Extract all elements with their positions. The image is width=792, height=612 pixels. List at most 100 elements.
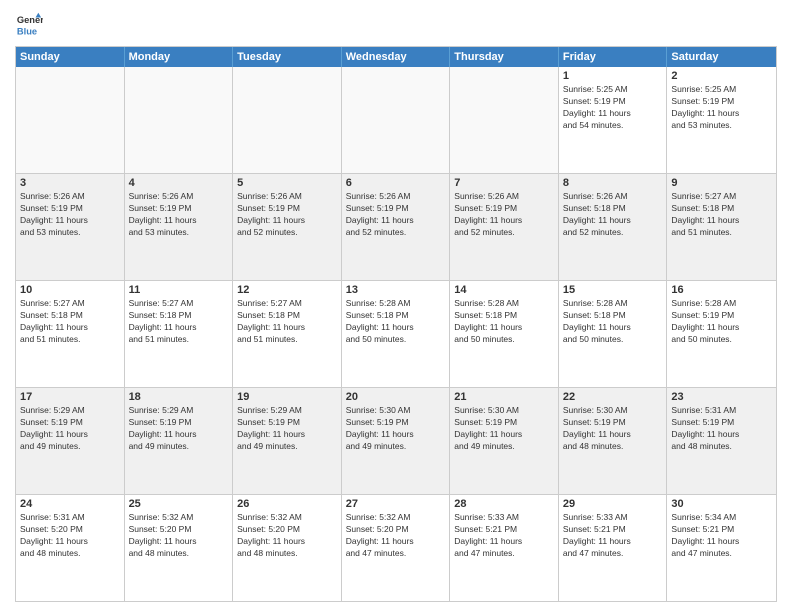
calendar-cell-day-13: 13 Sunrise: 5:28 AM Sunset: 5:18 PM Dayli…: [342, 281, 451, 387]
day-number: 4: [129, 177, 229, 189]
calendar-cell-day-10: 10 Sunrise: 5:27 AM Sunset: 5:18 PM Dayli…: [16, 281, 125, 387]
calendar-cell-day-15: 15 Sunrise: 5:28 AM Sunset: 5:18 PM Dayli…: [559, 281, 668, 387]
day-info: Sunrise: 5:26 AM Sunset: 5:19 PM Dayligh…: [346, 191, 446, 239]
day-info: Sunrise: 5:28 AM Sunset: 5:19 PM Dayligh…: [671, 298, 772, 346]
day-info: Sunrise: 5:27 AM Sunset: 5:18 PM Dayligh…: [671, 191, 772, 239]
day-number: 2: [671, 70, 772, 82]
header-day-wednesday: Wednesday: [342, 47, 451, 67]
calendar-cell-empty-0-1: [125, 67, 234, 173]
day-number: 17: [20, 391, 120, 403]
day-info: Sunrise: 5:29 AM Sunset: 5:19 PM Dayligh…: [237, 405, 337, 453]
calendar-cell-day-25: 25 Sunrise: 5:32 AM Sunset: 5:20 PM Dayli…: [125, 495, 234, 601]
calendar-cell-day-1: 1 Sunrise: 5:25 AM Sunset: 5:19 PM Daylig…: [559, 67, 668, 173]
day-info: Sunrise: 5:28 AM Sunset: 5:18 PM Dayligh…: [454, 298, 554, 346]
day-info: Sunrise: 5:28 AM Sunset: 5:18 PM Dayligh…: [563, 298, 663, 346]
day-info: Sunrise: 5:33 AM Sunset: 5:21 PM Dayligh…: [454, 512, 554, 560]
day-info: Sunrise: 5:28 AM Sunset: 5:18 PM Dayligh…: [346, 298, 446, 346]
day-number: 8: [563, 177, 663, 189]
day-number: 9: [671, 177, 772, 189]
calendar-cell-day-24: 24 Sunrise: 5:31 AM Sunset: 5:20 PM Dayli…: [16, 495, 125, 601]
day-number: 13: [346, 284, 446, 296]
day-number: 23: [671, 391, 772, 403]
day-number: 30: [671, 498, 772, 510]
header-day-tuesday: Tuesday: [233, 47, 342, 67]
calendar-row-3: 17 Sunrise: 5:29 AM Sunset: 5:19 PM Dayli…: [16, 387, 776, 494]
day-number: 28: [454, 498, 554, 510]
day-number: 29: [563, 498, 663, 510]
day-info: Sunrise: 5:29 AM Sunset: 5:19 PM Dayligh…: [129, 405, 229, 453]
day-info: Sunrise: 5:26 AM Sunset: 5:18 PM Dayligh…: [563, 191, 663, 239]
day-number: 18: [129, 391, 229, 403]
day-info: Sunrise: 5:31 AM Sunset: 5:20 PM Dayligh…: [20, 512, 120, 560]
calendar-cell-day-28: 28 Sunrise: 5:33 AM Sunset: 5:21 PM Dayli…: [450, 495, 559, 601]
calendar: SundayMondayTuesdayWednesdayThursdayFrid…: [15, 46, 777, 602]
calendar-cell-day-19: 19 Sunrise: 5:29 AM Sunset: 5:19 PM Dayli…: [233, 388, 342, 494]
day-number: 5: [237, 177, 337, 189]
day-info: Sunrise: 5:26 AM Sunset: 5:19 PM Dayligh…: [129, 191, 229, 239]
svg-text:Blue: Blue: [17, 26, 37, 36]
day-number: 6: [346, 177, 446, 189]
day-info: Sunrise: 5:32 AM Sunset: 5:20 PM Dayligh…: [346, 512, 446, 560]
day-info: Sunrise: 5:26 AM Sunset: 5:19 PM Dayligh…: [454, 191, 554, 239]
logo-icon: General Blue: [15, 10, 43, 38]
calendar-cell-empty-0-4: [450, 67, 559, 173]
day-info: Sunrise: 5:30 AM Sunset: 5:19 PM Dayligh…: [454, 405, 554, 453]
day-info: Sunrise: 5:32 AM Sunset: 5:20 PM Dayligh…: [129, 512, 229, 560]
day-number: 12: [237, 284, 337, 296]
calendar-row-2: 10 Sunrise: 5:27 AM Sunset: 5:18 PM Dayli…: [16, 280, 776, 387]
day-info: Sunrise: 5:30 AM Sunset: 5:19 PM Dayligh…: [563, 405, 663, 453]
header-day-friday: Friday: [559, 47, 668, 67]
day-number: 7: [454, 177, 554, 189]
day-number: 16: [671, 284, 772, 296]
day-info: Sunrise: 5:31 AM Sunset: 5:19 PM Dayligh…: [671, 405, 772, 453]
header-day-saturday: Saturday: [667, 47, 776, 67]
calendar-cell-day-7: 7 Sunrise: 5:26 AM Sunset: 5:19 PM Daylig…: [450, 174, 559, 280]
calendar-cell-day-26: 26 Sunrise: 5:32 AM Sunset: 5:20 PM Dayli…: [233, 495, 342, 601]
calendar-cell-day-11: 11Sunrise: 5:27 AM Sunset: 5:18 PM Dayli…: [125, 281, 234, 387]
day-number: 25: [129, 498, 229, 510]
calendar-cell-day-2: 2 Sunrise: 5:25 AM Sunset: 5:19 PM Daylig…: [667, 67, 776, 173]
calendar-cell-day-23: 23 Sunrise: 5:31 AM Sunset: 5:19 PM Dayli…: [667, 388, 776, 494]
day-number: 1: [563, 70, 663, 82]
calendar-cell-empty-0-2: [233, 67, 342, 173]
day-info: Sunrise: 5:34 AM Sunset: 5:21 PM Dayligh…: [671, 512, 772, 560]
calendar-row-4: 24 Sunrise: 5:31 AM Sunset: 5:20 PM Dayli…: [16, 494, 776, 601]
day-info: Sunrise: 5:27 AM Sunset: 5:18 PM Dayligh…: [237, 298, 337, 346]
day-number: 15: [563, 284, 663, 296]
header: General Blue: [15, 10, 777, 38]
calendar-cell-day-4: 4 Sunrise: 5:26 AM Sunset: 5:19 PM Daylig…: [125, 174, 234, 280]
calendar-row-0: 1 Sunrise: 5:25 AM Sunset: 5:19 PM Daylig…: [16, 67, 776, 173]
page: General Blue SundayMondayTuesdayWednesda…: [0, 0, 792, 612]
calendar-cell-day-22: 22 Sunrise: 5:30 AM Sunset: 5:19 PM Dayli…: [559, 388, 668, 494]
day-number: 20: [346, 391, 446, 403]
calendar-cell-day-27: 27 Sunrise: 5:32 AM Sunset: 5:20 PM Dayli…: [342, 495, 451, 601]
calendar-cell-day-9: 9 Sunrise: 5:27 AM Sunset: 5:18 PM Daylig…: [667, 174, 776, 280]
calendar-row-1: 3Sunrise: 5:26 AM Sunset: 5:19 PM Daylig…: [16, 173, 776, 280]
calendar-cell-day-18: 18 Sunrise: 5:29 AM Sunset: 5:19 PM Dayli…: [125, 388, 234, 494]
calendar-cell-day-29: 29 Sunrise: 5:33 AM Sunset: 5:21 PM Dayli…: [559, 495, 668, 601]
header-day-thursday: Thursday: [450, 47, 559, 67]
logo: General Blue: [15, 10, 47, 38]
header-day-sunday: Sunday: [16, 47, 125, 67]
day-info: Sunrise: 5:27 AM Sunset: 5:18 PM Dayligh…: [20, 298, 120, 346]
day-info: Sunrise: 5:32 AM Sunset: 5:20 PM Dayligh…: [237, 512, 337, 560]
day-info: Sunrise: 5:25 AM Sunset: 5:19 PM Dayligh…: [563, 84, 663, 132]
day-number: 22: [563, 391, 663, 403]
day-number: 14: [454, 284, 554, 296]
day-number: 24: [20, 498, 120, 510]
day-number: 27: [346, 498, 446, 510]
day-info: Sunrise: 5:25 AM Sunset: 5:19 PM Dayligh…: [671, 84, 772, 132]
calendar-cell-day-20: 20Sunrise: 5:30 AM Sunset: 5:19 PM Dayli…: [342, 388, 451, 494]
calendar-body: 1 Sunrise: 5:25 AM Sunset: 5:19 PM Daylig…: [16, 67, 776, 601]
calendar-cell-day-6: 6 Sunrise: 5:26 AM Sunset: 5:19 PM Daylig…: [342, 174, 451, 280]
day-number: 10: [20, 284, 120, 296]
calendar-cell-day-8: 8 Sunrise: 5:26 AM Sunset: 5:18 PM Daylig…: [559, 174, 668, 280]
calendar-cell-day-16: 16 Sunrise: 5:28 AM Sunset: 5:19 PM Dayli…: [667, 281, 776, 387]
day-info: Sunrise: 5:26 AM Sunset: 5:19 PM Dayligh…: [20, 191, 120, 239]
day-info: Sunrise: 5:33 AM Sunset: 5:21 PM Dayligh…: [563, 512, 663, 560]
calendar-cell-day-5: 5 Sunrise: 5:26 AM Sunset: 5:19 PM Daylig…: [233, 174, 342, 280]
day-number: 19: [237, 391, 337, 403]
day-info: Sunrise: 5:26 AM Sunset: 5:19 PM Dayligh…: [237, 191, 337, 239]
day-number: 26: [237, 498, 337, 510]
calendar-cell-day-21: 21Sunrise: 5:30 AM Sunset: 5:19 PM Dayli…: [450, 388, 559, 494]
